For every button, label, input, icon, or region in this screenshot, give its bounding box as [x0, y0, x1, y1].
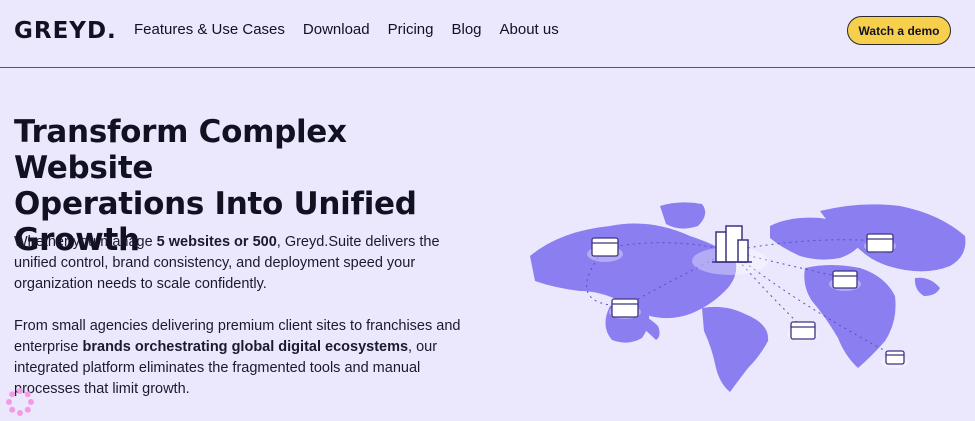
browser-window-icon: [611, 298, 639, 318]
title-line-2: Operations Into Unified: [14, 186, 417, 222]
nav-pricing[interactable]: Pricing: [388, 21, 434, 38]
browser-window-icon: [866, 233, 894, 253]
title-line-1: Transform Complex Website: [14, 114, 347, 186]
p1-bold: 5 websites or 500: [156, 234, 277, 250]
browser-window-icon: [885, 350, 905, 365]
browser-window-icon: [591, 237, 619, 257]
hero-paragraph-1: Whether you manage 5 websites or 500, Gr…: [14, 232, 484, 295]
main-nav: Features & Use Cases Download Pricing Bl…: [134, 21, 559, 38]
p1-text-a: Whether you manage: [14, 234, 157, 250]
p2-bold: brands orchestrating global digital ecos…: [82, 339, 409, 355]
greenland: [660, 202, 706, 229]
nav-about[interactable]: About us: [500, 21, 559, 38]
world-map-illustration: [530, 202, 966, 392]
nav-download[interactable]: Download: [303, 21, 370, 38]
browser-window-icon: [832, 270, 858, 289]
browser-window-icon: [790, 321, 816, 340]
nav-blog[interactable]: Blog: [451, 21, 481, 38]
watch-demo-button[interactable]: Watch a demo: [847, 16, 951, 45]
building-icon: [712, 225, 752, 263]
nav-features[interactable]: Features & Use Cases: [134, 21, 285, 38]
loading-spinner-icon: [6, 388, 34, 416]
greyd-logo[interactable]: GREYD.: [14, 18, 117, 44]
site-header: GREYD. Features & Use Cases Download Pri…: [0, 0, 975, 68]
south-america: [702, 306, 769, 392]
hero-paragraph-2: From small agencies delivering premium c…: [14, 316, 484, 400]
southeast-asia: [914, 277, 940, 296]
